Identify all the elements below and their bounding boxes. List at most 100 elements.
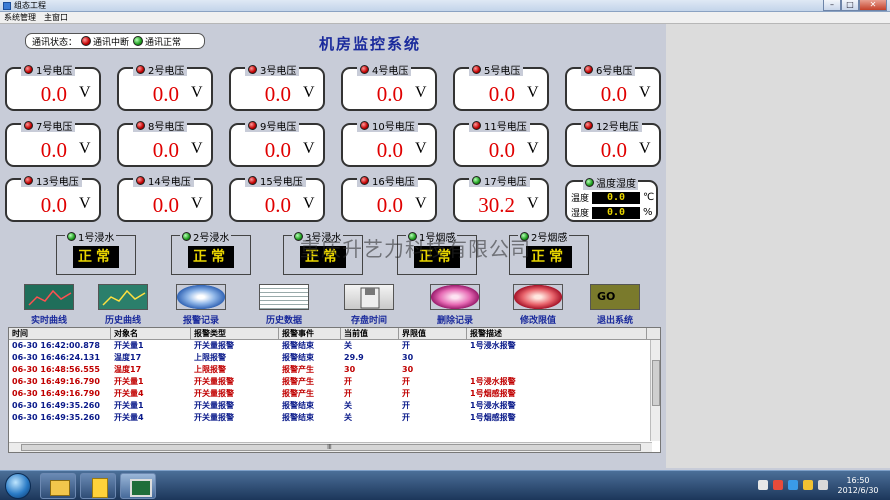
toolbar-button-label: 退出系统	[596, 316, 633, 326]
voltage-unit: V	[191, 195, 203, 212]
col-description[interactable]: 报警描述	[467, 328, 647, 339]
tray-keyboard-icon[interactable]	[758, 480, 768, 490]
history-curve-icon	[98, 284, 148, 310]
voltage-label-wrap: 13号电压	[21, 173, 82, 188]
toolbar-button-8[interactable]: GO 退出系统	[580, 284, 650, 326]
table-cell: 报警结束	[282, 341, 314, 350]
comm-ok-label: 通讯正常	[145, 37, 182, 48]
voltage-box: 4号电压 0.0 V	[341, 62, 437, 111]
tray-network-icon[interactable]	[788, 480, 798, 490]
taskbar: 16:50 2012/6/30	[0, 470, 890, 500]
table-cell: 开	[344, 377, 352, 386]
temperature-row: 温度 0.0 ℃	[571, 191, 654, 204]
voltage-label-wrap: 5号电压	[469, 62, 524, 77]
table-cell: 开	[402, 341, 410, 350]
voltage-led-icon	[360, 175, 369, 185]
vertical-scrollbar[interactable]	[650, 340, 660, 441]
voltage-led-icon	[248, 120, 257, 130]
table-cell	[467, 364, 647, 376]
voltage-unit: V	[79, 140, 91, 157]
minimize-button[interactable]: –	[823, 0, 841, 11]
taskbar-clock[interactable]: 16:50 2012/6/30	[832, 476, 884, 496]
table-cell: 报警产生	[282, 377, 314, 386]
table-row[interactable]: 06-30 16:49:35.260 开关量4 开关量报警 报警结束 关 开 1号烟感报警	[9, 412, 660, 424]
voltage-label-wrap: 7号电压	[21, 118, 76, 133]
table-row[interactable]: 06-30 16:48:56.555 温度17 上限报警 报警产生 30 30	[9, 364, 660, 376]
table-cell: 06-30 16:48:56.555	[12, 365, 100, 374]
save-time-icon	[344, 284, 394, 310]
voltage-value: 0.0	[152, 138, 179, 162]
table-cell: 报警结束	[282, 401, 314, 410]
table-cell: 1号浸水报警	[470, 377, 516, 386]
maximize-button[interactable]: □	[841, 0, 859, 11]
vertical-scroll-thumb[interactable]	[652, 360, 660, 406]
col-limit-value[interactable]: 界限值	[399, 328, 467, 339]
toolbar-button-4[interactable]: 历史数据	[249, 284, 319, 326]
voltage-label: 5号电压	[484, 65, 521, 77]
window-controls: – □ ✕	[823, 0, 887, 11]
voltage-label-wrap: 10号电压	[357, 118, 418, 133]
toolbar-button-5[interactable]: 存盘时间	[334, 284, 404, 326]
taskbar-notes-icon[interactable]	[80, 473, 116, 499]
sensor-led-icon	[67, 232, 76, 241]
voltage-label-wrap: 1号电压	[21, 62, 76, 77]
col-object[interactable]: 对象名	[111, 328, 191, 339]
table-row[interactable]: 06-30 16:42:00.878 开关量1 开关量报警 报警结束 关 开 1号浸水报警	[9, 340, 660, 352]
humidity-row: 湿度 0.0 %	[571, 206, 653, 219]
horizontal-scrollbar[interactable]: Ⅲ	[9, 442, 652, 452]
voltage-led-icon	[24, 64, 33, 74]
taskbar-explorer-icon[interactable]	[40, 473, 76, 499]
menu-system-management[interactable]: 系统管理	[0, 12, 40, 23]
tray-app-icon[interactable]	[803, 480, 813, 490]
table-cell: 开	[344, 389, 352, 398]
col-alarm-event[interactable]: 报警事件	[279, 328, 341, 339]
table-cell: 报警产生	[282, 389, 314, 398]
voltage-led-icon	[248, 175, 257, 185]
voltage-unit: V	[639, 84, 651, 101]
voltage-unit: V	[527, 140, 539, 157]
table-cell: 29.9	[344, 353, 364, 362]
table-row[interactable]: 06-30 16:49:16.790 开关量4 开关量报警 报警产生 开 开 1号烟感报警	[9, 388, 660, 400]
toolbar-button-7[interactable]: 修改限值	[503, 284, 573, 326]
voltage-box: 1号电压 0.0 V	[5, 62, 101, 111]
voltage-led-icon	[584, 64, 593, 74]
voltage-label: 16号电压	[372, 176, 415, 188]
table-cell: 1号浸水报警	[470, 401, 516, 410]
table-cell: 上限报警	[194, 365, 226, 374]
curve-glyph-icon	[28, 289, 72, 306]
voltage-label-wrap: 2号电压	[133, 62, 188, 77]
table-row[interactable]: 06-30 16:46:24.131 温度17 上限报警 报警结束 29.9 30	[9, 352, 660, 364]
table-cell: 开	[402, 377, 410, 386]
col-time[interactable]: 时间	[9, 328, 111, 339]
taskbar-monitor-app-icon[interactable]	[120, 473, 156, 499]
toolbar-button-1[interactable]: 实时曲线	[14, 284, 84, 326]
table-row[interactable]: 06-30 16:49:16.790 开关量1 开关量报警 报警产生 开 开 1号浸水报警	[9, 376, 660, 388]
table-cell: 关	[344, 401, 352, 410]
table-cell: 上限报警	[194, 353, 226, 362]
toolbar-button-6[interactable]: 删除记录	[420, 284, 490, 326]
table-cell: 开关量报警	[194, 389, 234, 398]
toolbar-button-2[interactable]: 历史曲线	[88, 284, 158, 326]
toolbar-button-3[interactable]: 报警记录	[166, 284, 236, 326]
voltage-led-icon	[136, 175, 145, 185]
start-button[interactable]	[5, 473, 31, 499]
table-cell: 06-30 16:42:00.878	[12, 341, 100, 350]
sensor-state: 正常	[73, 246, 119, 268]
menu-bar: 系统管理 主窗口	[0, 12, 890, 24]
menu-main-window[interactable]: 主窗口	[40, 12, 72, 23]
tray-security-icon[interactable]	[773, 480, 783, 490]
humidity-unit: %	[643, 207, 653, 218]
voltage-led-icon	[472, 120, 481, 130]
voltage-label: 2号电压	[148, 65, 185, 77]
table-row[interactable]: 06-30 16:49:35.260 开关量1 开关量报警 报警结束 关 开 1号浸水报警	[9, 400, 660, 412]
col-alarm-type[interactable]: 报警类型	[191, 328, 279, 339]
voltage-label: 4号电压	[372, 65, 409, 77]
comm-ok-led-icon	[133, 36, 144, 46]
close-button[interactable]: ✕	[859, 0, 887, 11]
voltage-value: 0.0	[600, 138, 627, 162]
table-cell: 开关量报警	[194, 377, 234, 386]
tray-volume-icon[interactable]	[818, 480, 828, 490]
clock-date: 2012/6/30	[837, 486, 879, 495]
system-tray	[758, 480, 828, 490]
col-current-value[interactable]: 当前值	[341, 328, 399, 339]
